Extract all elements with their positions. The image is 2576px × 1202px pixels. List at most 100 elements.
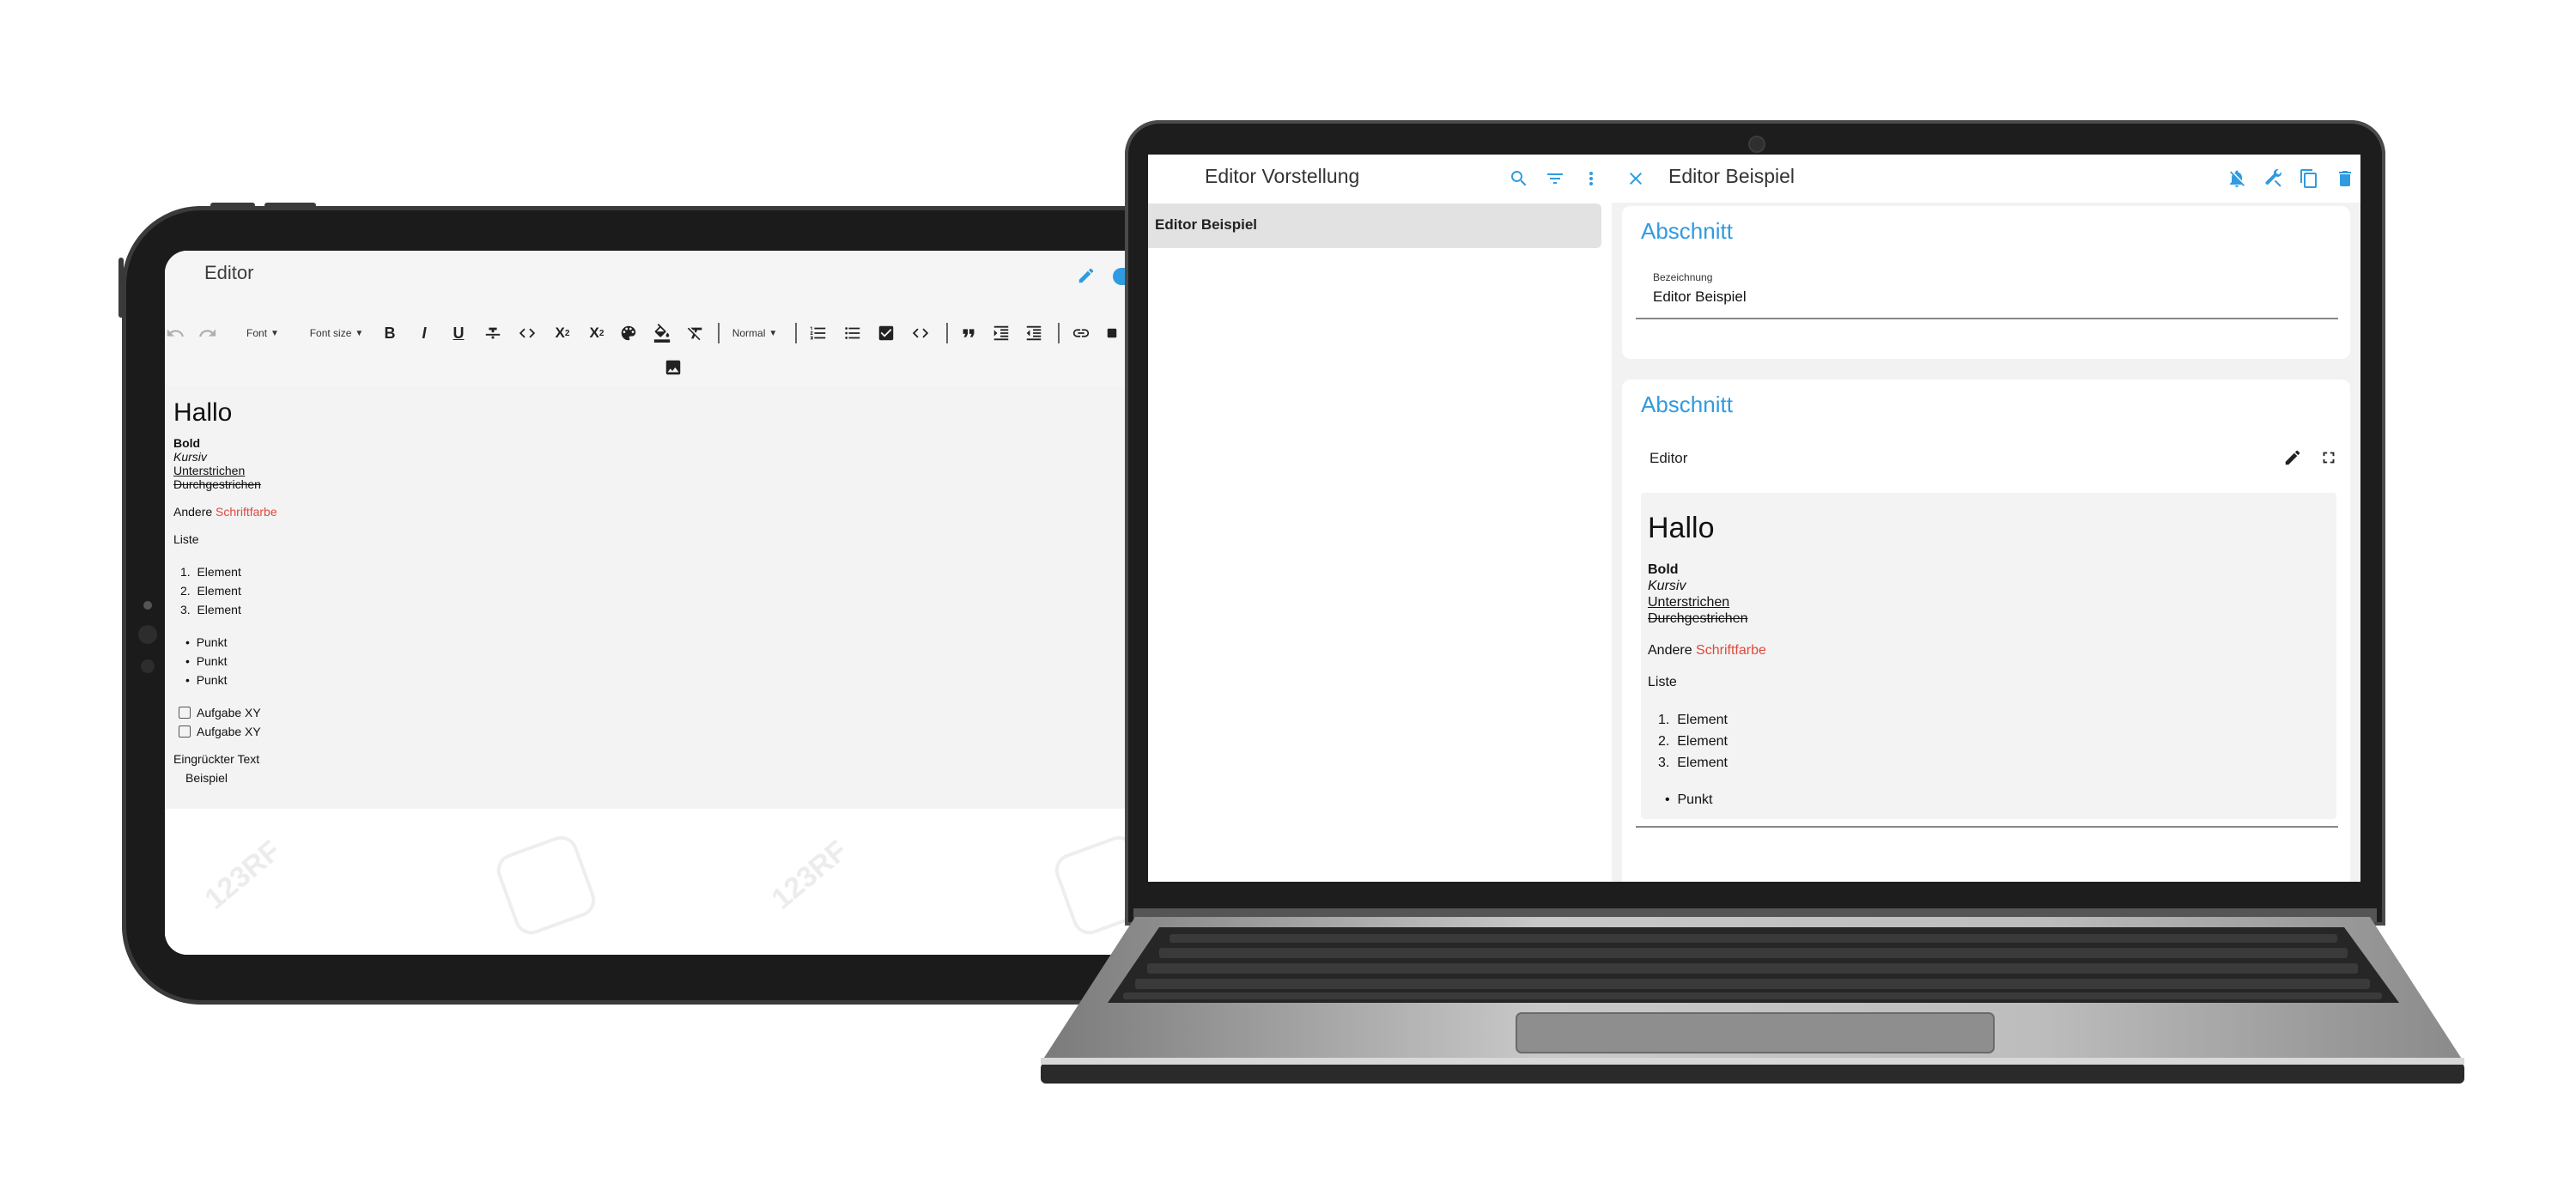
editor-field-label: Editor bbox=[1649, 450, 1688, 466]
ordered-item-text: Element bbox=[197, 603, 241, 616]
preview-bold: Bold bbox=[1648, 562, 1679, 577]
watermark-camera-icon bbox=[492, 831, 600, 939]
editor-italic-text: Kursiv bbox=[173, 450, 207, 464]
task-item[interactable]: Aufgabe XY bbox=[179, 706, 261, 719]
delete-icon[interactable] bbox=[2335, 168, 2355, 189]
inline-code-icon[interactable] bbox=[515, 321, 539, 345]
tablet-title: Editor bbox=[204, 262, 254, 283]
task-checkbox[interactable] bbox=[179, 707, 191, 719]
preview-italic: Kursiv bbox=[1648, 579, 1686, 593]
bullet-list-item: • Punkt bbox=[185, 673, 228, 687]
indent-decrease-icon[interactable] bbox=[1024, 321, 1044, 345]
laptop-webcam bbox=[1748, 136, 1765, 153]
superscript-icon[interactable]: X2 bbox=[586, 321, 608, 345]
toolbar-separator bbox=[795, 323, 797, 343]
bullet-list-item: • Punkt bbox=[185, 635, 228, 649]
tablet-sensor-1 bbox=[138, 625, 157, 644]
list-app-bar: Editor Vorstellung bbox=[1148, 155, 1612, 203]
ordered-list-item: 3. Element bbox=[180, 603, 241, 616]
insert-image-icon[interactable] bbox=[663, 355, 683, 379]
toolbar-separator bbox=[946, 323, 948, 343]
palette-icon[interactable] bbox=[618, 321, 639, 345]
task-checkbox[interactable] bbox=[179, 725, 191, 738]
edit-icon[interactable] bbox=[1077, 266, 1096, 285]
ordered-item-text: Element bbox=[1677, 713, 1728, 727]
bullet-list-item: • Punkt bbox=[1665, 792, 1713, 807]
tablet-screen: Editor Font ▼ Font size ▼ B I U X2 X2 No… bbox=[165, 251, 1161, 955]
ordered-list-item: 2. Element bbox=[1658, 734, 1728, 749]
indent-value: Beispiel bbox=[185, 771, 228, 785]
list-item-label: Editor Beispiel bbox=[1155, 216, 1258, 233]
checkbox-list-icon[interactable] bbox=[876, 321, 896, 345]
editor-heading: Hallo bbox=[173, 398, 233, 427]
bezeichnung-label: Bezeichnung bbox=[1653, 271, 1713, 283]
strikethrough-icon[interactable] bbox=[483, 321, 503, 345]
preview-strike: Durchgestrichen bbox=[1648, 611, 1748, 626]
font-dropdown[interactable]: Font ▼ bbox=[239, 321, 287, 345]
link-icon[interactable] bbox=[1070, 321, 1092, 345]
bullet-item-text: Punkt bbox=[1677, 792, 1713, 807]
bezeichnung-input[interactable]: Editor Beispiel bbox=[1653, 288, 1747, 306]
image-icon[interactable] bbox=[1106, 321, 1118, 345]
editor-underline bbox=[1636, 826, 2338, 828]
ordered-item-text: Element bbox=[1677, 734, 1728, 749]
bullet-list-item: • Punkt bbox=[185, 654, 228, 668]
code-block-icon[interactable] bbox=[908, 321, 933, 345]
copy-icon[interactable] bbox=[2299, 168, 2319, 189]
bullet-item-text: Punkt bbox=[196, 635, 228, 649]
caret-down-icon: ▼ bbox=[270, 328, 279, 338]
highlight-icon[interactable] bbox=[651, 321, 673, 345]
watermark-area: 123RF 123RF bbox=[165, 809, 1161, 955]
ordered-item-text: Element bbox=[197, 565, 241, 579]
close-icon[interactable] bbox=[1625, 168, 1646, 189]
bullet-list-icon[interactable] bbox=[841, 321, 864, 345]
task-text: Aufgabe XY bbox=[197, 725, 261, 738]
task-item[interactable]: Aufgabe XY bbox=[179, 725, 261, 738]
bezeichnung-underline bbox=[1636, 318, 2338, 319]
more-vert-icon[interactable] bbox=[1581, 168, 1601, 189]
ordered-list-item: 1. Element bbox=[180, 565, 241, 579]
italic-button[interactable]: I bbox=[414, 321, 434, 345]
laptop-screen: Editor Vorstellung Editor Beispiel Edito… bbox=[1148, 155, 2360, 882]
bold-button[interactable]: B bbox=[380, 321, 400, 345]
redo-icon[interactable] bbox=[197, 321, 218, 345]
caret-down-icon: ▼ bbox=[355, 328, 364, 338]
underline-button[interactable]: U bbox=[448, 321, 469, 345]
font-size-dropdown[interactable]: Font size ▼ bbox=[301, 321, 373, 345]
detail-title: Editor Beispiel bbox=[1668, 165, 1795, 187]
build-tools-icon[interactable] bbox=[2263, 168, 2283, 189]
list-title: Editor Vorstellung bbox=[1205, 165, 1360, 187]
color-prefix: Andere bbox=[173, 505, 213, 519]
tablet-format-toolbar: Font ▼ Font size ▼ B I U X2 X2 Normal ▼ bbox=[165, 306, 1161, 386]
ordered-list-icon[interactable] bbox=[807, 321, 829, 345]
tablet-editor-content[interactable]: Hallo Bold Kursiv Unterstrichen Durchges… bbox=[165, 386, 1161, 809]
fullscreen-icon[interactable] bbox=[2319, 448, 2338, 467]
detail-pane: Editor Beispiel Abschnitt Bezeichnung Ed… bbox=[1612, 155, 2360, 882]
subscript-icon[interactable]: X2 bbox=[551, 321, 574, 345]
heading-dropdown[interactable]: Normal ▼ bbox=[726, 321, 783, 345]
laptop-base bbox=[1041, 917, 2464, 1084]
preview-heading: Hallo bbox=[1648, 512, 1715, 544]
list-item-editor-beispiel[interactable]: Editor Beispiel bbox=[1148, 203, 1601, 248]
clear-format-icon[interactable] bbox=[685, 321, 706, 345]
indent-label: Eingrückter Text bbox=[173, 752, 260, 766]
bullet-item-text: Punkt bbox=[196, 673, 228, 687]
quote-icon[interactable] bbox=[958, 321, 979, 345]
editor-preview[interactable]: Hallo Bold Kursiv Unterstrichen Durchges… bbox=[1641, 493, 2336, 819]
pencil-edit-icon[interactable] bbox=[2283, 448, 2302, 467]
undo-icon[interactable] bbox=[165, 321, 185, 345]
section-card-1: Abschnitt Bezeichnung Editor Beispiel bbox=[1622, 206, 2350, 359]
bullet-item-text: Punkt bbox=[196, 654, 228, 668]
watermark-text: 123RF bbox=[198, 834, 288, 916]
section-card-2: Abschnitt Editor Hallo Bold Kursiv Unter… bbox=[1622, 379, 2350, 882]
detail-app-bar: Editor Beispiel bbox=[1612, 155, 2360, 203]
list-pane: Editor Vorstellung Editor Beispiel bbox=[1148, 155, 1612, 882]
search-icon[interactable] bbox=[1509, 168, 1529, 189]
section-heading: Abschnitt bbox=[1641, 218, 1733, 244]
editor-list-label: Liste bbox=[173, 532, 199, 546]
indent-increase-icon[interactable] bbox=[991, 321, 1012, 345]
italic-icon: I bbox=[422, 324, 427, 342]
notifications-off-icon[interactable] bbox=[2227, 168, 2247, 189]
font-dropdown-label: Font bbox=[246, 327, 268, 339]
filter-icon[interactable] bbox=[1545, 168, 1565, 189]
